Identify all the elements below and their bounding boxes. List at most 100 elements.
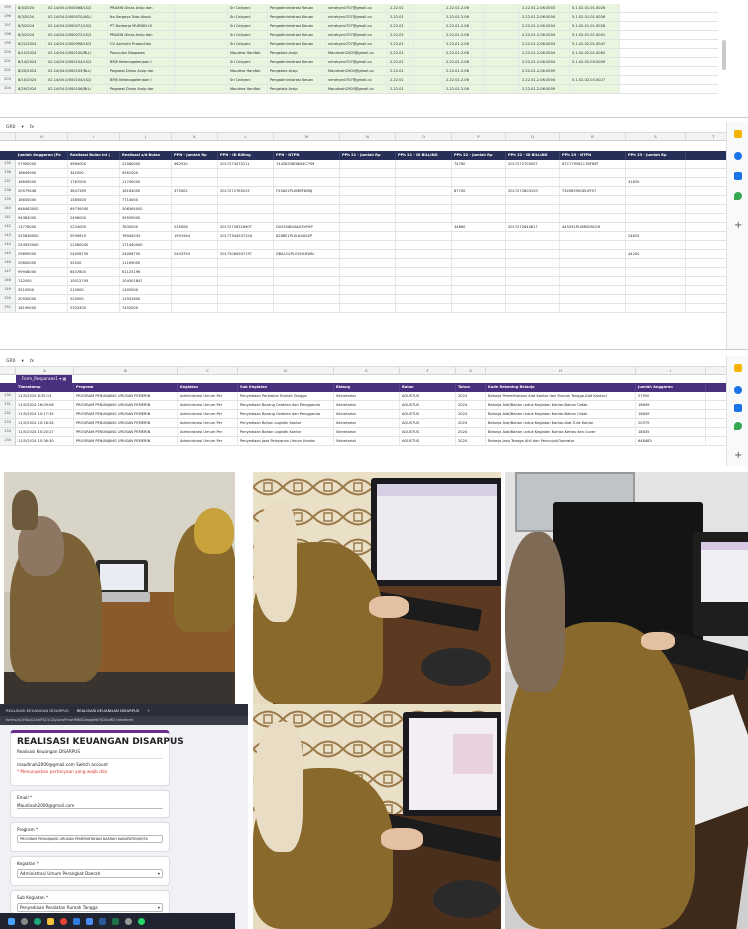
row-number[interactable]: 145 bbox=[0, 250, 16, 258]
table-cell[interactable]: 648483 bbox=[636, 437, 706, 445]
header-cell[interactable]: Tahun bbox=[456, 384, 486, 391]
column-header[interactable]: A bbox=[16, 367, 74, 374]
table-cell[interactable]: Administrasi Umum Per bbox=[178, 392, 238, 400]
table-cell[interactable] bbox=[414, 13, 444, 21]
table-cell[interactable] bbox=[176, 85, 228, 93]
table-cell[interactable]: Pengadministrasi Keuan bbox=[268, 58, 326, 66]
table-cell[interactable]: D025I4BUAKZ4VF6P bbox=[274, 223, 340, 231]
table-cell[interactable] bbox=[218, 304, 274, 312]
table-cell[interactable] bbox=[340, 178, 396, 186]
table-cell[interactable]: 2.22.01 bbox=[388, 85, 414, 93]
row-number[interactable]: 151 bbox=[0, 304, 16, 312]
table-cell[interactable] bbox=[176, 49, 228, 57]
row-number[interactable]: 200 bbox=[0, 49, 16, 57]
table-cell[interactable]: 2.22.01 bbox=[388, 40, 414, 48]
table-cell[interactable] bbox=[396, 187, 452, 195]
table-cell[interactable]: 2.22.01.2.06 bbox=[444, 58, 484, 66]
table-cell[interactable]: 2.22.01.2.06.0003 bbox=[520, 4, 570, 12]
table-cell[interactable]: 462910 bbox=[172, 160, 218, 168]
table-cell[interactable] bbox=[218, 277, 274, 285]
column-headers[interactable]: HIJKLMNOPQRST bbox=[0, 133, 748, 141]
table-cell[interactable] bbox=[176, 40, 228, 48]
table-cell[interactable]: 2017272803129 bbox=[506, 187, 560, 195]
table-cell[interactable] bbox=[570, 85, 620, 93]
table-cell[interactable]: Pengadministrasi Keuan bbox=[268, 31, 326, 39]
table-cell[interactable]: 11/5/2024 8:35:13 bbox=[16, 392, 74, 400]
table-cell[interactable] bbox=[506, 295, 560, 303]
table-cell[interactable] bbox=[340, 286, 396, 294]
contacts-icon[interactable] bbox=[734, 172, 742, 180]
table-cell[interactable] bbox=[484, 4, 520, 12]
table-cell[interactable] bbox=[452, 259, 506, 267]
table-cell[interactable]: 76944543 bbox=[120, 232, 172, 240]
table-cell[interactable] bbox=[172, 241, 218, 249]
table-cell[interactable]: Pengadministrasi Keuan bbox=[268, 76, 326, 84]
table-cell[interactable] bbox=[274, 178, 340, 186]
table-cell[interactable]: 10012793 bbox=[68, 277, 120, 285]
table-cell[interactable]: 20579446 bbox=[16, 187, 68, 195]
header-cell[interactable]: PPN - Jumlah Rp bbox=[172, 152, 218, 159]
column-header[interactable]: I bbox=[636, 367, 706, 374]
table-cell[interactable]: 255836000 bbox=[16, 232, 68, 240]
table-cell[interactable]: 1305000 bbox=[120, 286, 172, 294]
table-cell[interactable]: Administrasi Umum Per bbox=[178, 419, 238, 427]
table-cell[interactable] bbox=[560, 241, 626, 249]
table-cell[interactable]: 11/5/2024 10:36:30 bbox=[16, 437, 74, 445]
table-cell[interactable]: 2.22.01 bbox=[388, 67, 414, 75]
table-cell[interactable] bbox=[340, 160, 396, 168]
table-cell[interactable]: 9561000 bbox=[120, 169, 172, 177]
kegiatan-select[interactable]: Administrasi Umum Perangkat Daerah ▾ bbox=[17, 869, 163, 878]
table-cell[interactable] bbox=[506, 214, 560, 222]
table-cell[interactable] bbox=[172, 178, 218, 186]
column-header[interactable]: S bbox=[626, 133, 686, 140]
table-cell[interactable]: 2.22.01.2.06.0004 bbox=[520, 49, 570, 57]
table-cell[interactable] bbox=[218, 196, 274, 204]
table-cell[interactable]: Sri Cahyani bbox=[228, 13, 268, 21]
table-cell[interactable]: Pengelola Arsip bbox=[268, 67, 326, 75]
table-cell[interactable]: 3847289 bbox=[68, 187, 120, 195]
table-cell[interactable]: 27950 bbox=[636, 392, 706, 400]
table-cell[interactable]: Maudinah2000@gmail.co bbox=[326, 85, 388, 93]
table-cell[interactable] bbox=[218, 178, 274, 186]
table-cell[interactable] bbox=[626, 187, 686, 195]
table-cell[interactable]: F536X1PL0MBFNRKJ bbox=[274, 187, 340, 195]
table-cell[interactable]: 2.22.01.2.06 bbox=[444, 49, 484, 57]
table-cell[interactable]: Pengadministrasi Keuan bbox=[268, 4, 326, 12]
table-cell[interactable]: 2.22.01.2.06 bbox=[444, 67, 484, 75]
table-cell[interactable] bbox=[274, 214, 340, 222]
table-cell[interactable]: 18649 bbox=[636, 401, 706, 409]
table-cell[interactable]: Sri Cahyani bbox=[228, 4, 268, 12]
table-cell[interactable]: 2.22.01 bbox=[388, 13, 414, 21]
table-cell[interactable]: 18649000 bbox=[16, 169, 68, 177]
table-cell[interactable]: Sri Cahyani bbox=[228, 40, 268, 48]
table-cell[interactable]: 18635 bbox=[636, 428, 706, 436]
column-header[interactable]: E bbox=[334, 367, 400, 374]
table-cell[interactable] bbox=[484, 49, 520, 57]
table-cell[interactable] bbox=[218, 169, 274, 177]
table-cell[interactable]: 94383000 bbox=[16, 214, 68, 222]
table-cell[interactable] bbox=[506, 250, 560, 258]
table-cell[interactable] bbox=[172, 196, 218, 204]
table-cell[interactable]: 11/5/2024 16:09:06 bbox=[16, 401, 74, 409]
table-cell[interactable]: 235006 bbox=[172, 223, 218, 231]
table-cell[interactable]: 2.22.01.2.06.0004 bbox=[520, 76, 570, 84]
table-cell[interactable]: AGUSTUS bbox=[400, 419, 456, 427]
table-cell[interactable]: srirahyani707@gmail.co bbox=[326, 22, 388, 30]
table-cell[interactable] bbox=[560, 205, 626, 213]
table-cell[interactable] bbox=[396, 178, 452, 186]
table-cell[interactable]: AGUSTUS bbox=[400, 401, 456, 409]
table-cell[interactable]: 2024 bbox=[456, 401, 486, 409]
table-cell[interactable]: Penyediaan Barang Cetakan dan Pengganda bbox=[238, 401, 334, 409]
column-header[interactable]: H bbox=[16, 133, 68, 140]
table-cell[interactable]: 375402 bbox=[172, 187, 218, 195]
table-cell[interactable]: 171440000 bbox=[120, 241, 172, 249]
windows-start-icon[interactable] bbox=[8, 917, 15, 925]
table-cell[interactable]: 24625 bbox=[626, 232, 686, 240]
keep-icon[interactable] bbox=[734, 130, 742, 138]
table-cell[interactable] bbox=[626, 241, 686, 249]
table-cell[interactable]: Administrasi Umum Per bbox=[178, 410, 238, 418]
table-cell[interactable]: 8/29/2024 bbox=[16, 85, 46, 93]
table-cell[interactable]: 2017273470111 bbox=[218, 160, 274, 168]
header-cell[interactable]: Bidang bbox=[334, 384, 400, 391]
table-cell[interactable] bbox=[506, 286, 560, 294]
